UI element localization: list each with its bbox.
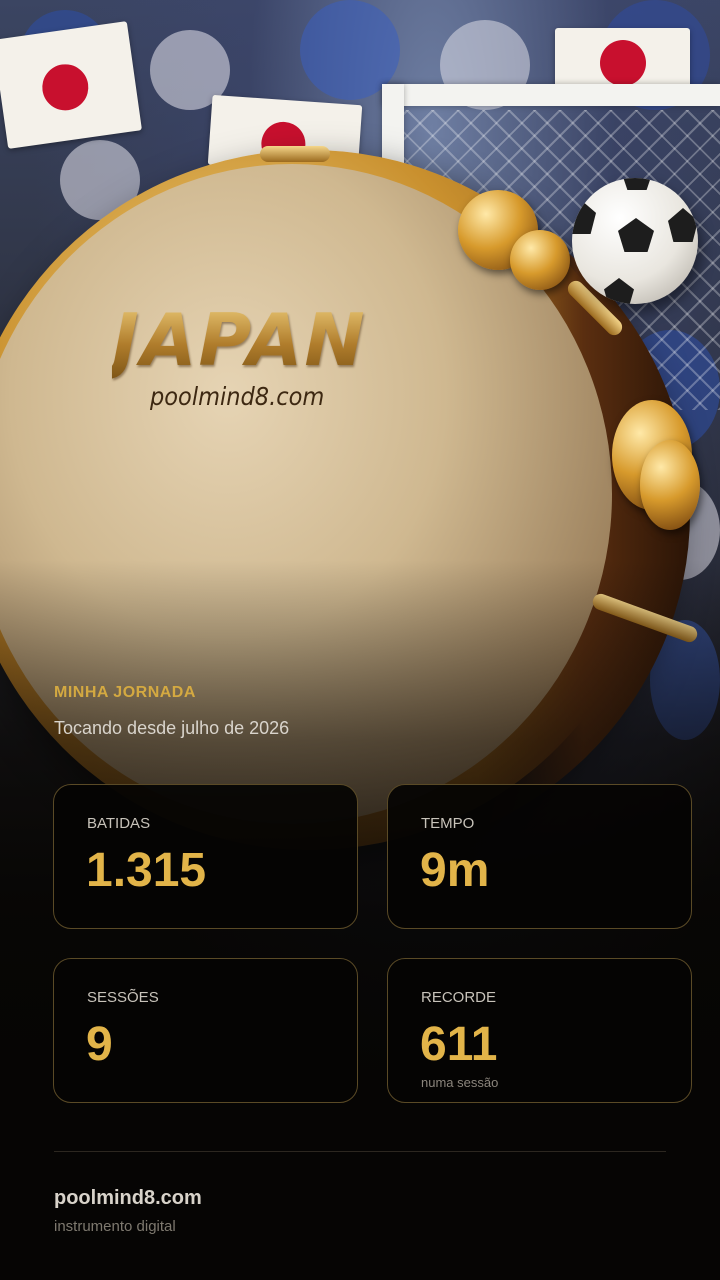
bracket [260, 146, 330, 162]
stat-value: 9 [86, 1018, 113, 1071]
soccer-ball-icon [572, 178, 698, 304]
stat-card-tempo: TEMPO 9m [387, 784, 692, 929]
ball-patch [622, 178, 652, 190]
footer-divider [54, 1151, 666, 1152]
stat-card-batidas: BATIDAS 1.315 [53, 784, 358, 929]
stat-value: 9m [420, 844, 490, 897]
ball-patch [572, 200, 596, 234]
since-text: Tocando desde julho de 2026 [54, 718, 290, 738]
japan-flag [555, 28, 690, 88]
stat-label: SESSÕES [87, 989, 159, 1006]
flag-sun [600, 40, 646, 86]
footer-brand: poolmind8.com [54, 1187, 202, 1209]
section-label: MINHA JORNADA [54, 684, 196, 701]
jingle-icon [640, 440, 700, 530]
jingle-icon [510, 230, 570, 290]
stat-card-sessoes: SESSÕES 9 [53, 958, 358, 1103]
stat-card-recorde: RECORDE 611 numa sessão [387, 958, 692, 1103]
ball-patch [618, 218, 654, 252]
stat-sub: numa sessão [421, 1075, 499, 1090]
flag-sun [39, 61, 92, 114]
drum-domain: poolmind8.com [150, 382, 325, 411]
stat-label: RECORDE [421, 989, 497, 1006]
stat-label: BATIDAS [87, 815, 151, 832]
goal-crossbar [382, 84, 720, 106]
stat-label: TEMPO [421, 815, 475, 832]
drum-title: JAPAN [112, 298, 367, 382]
ball-patch [604, 278, 634, 304]
stat-value: 611 [420, 1018, 498, 1071]
japan-flag [0, 21, 142, 149]
stat-value: 1.315 [86, 844, 207, 897]
footer-subtitle: instrumento digital [54, 1218, 176, 1235]
